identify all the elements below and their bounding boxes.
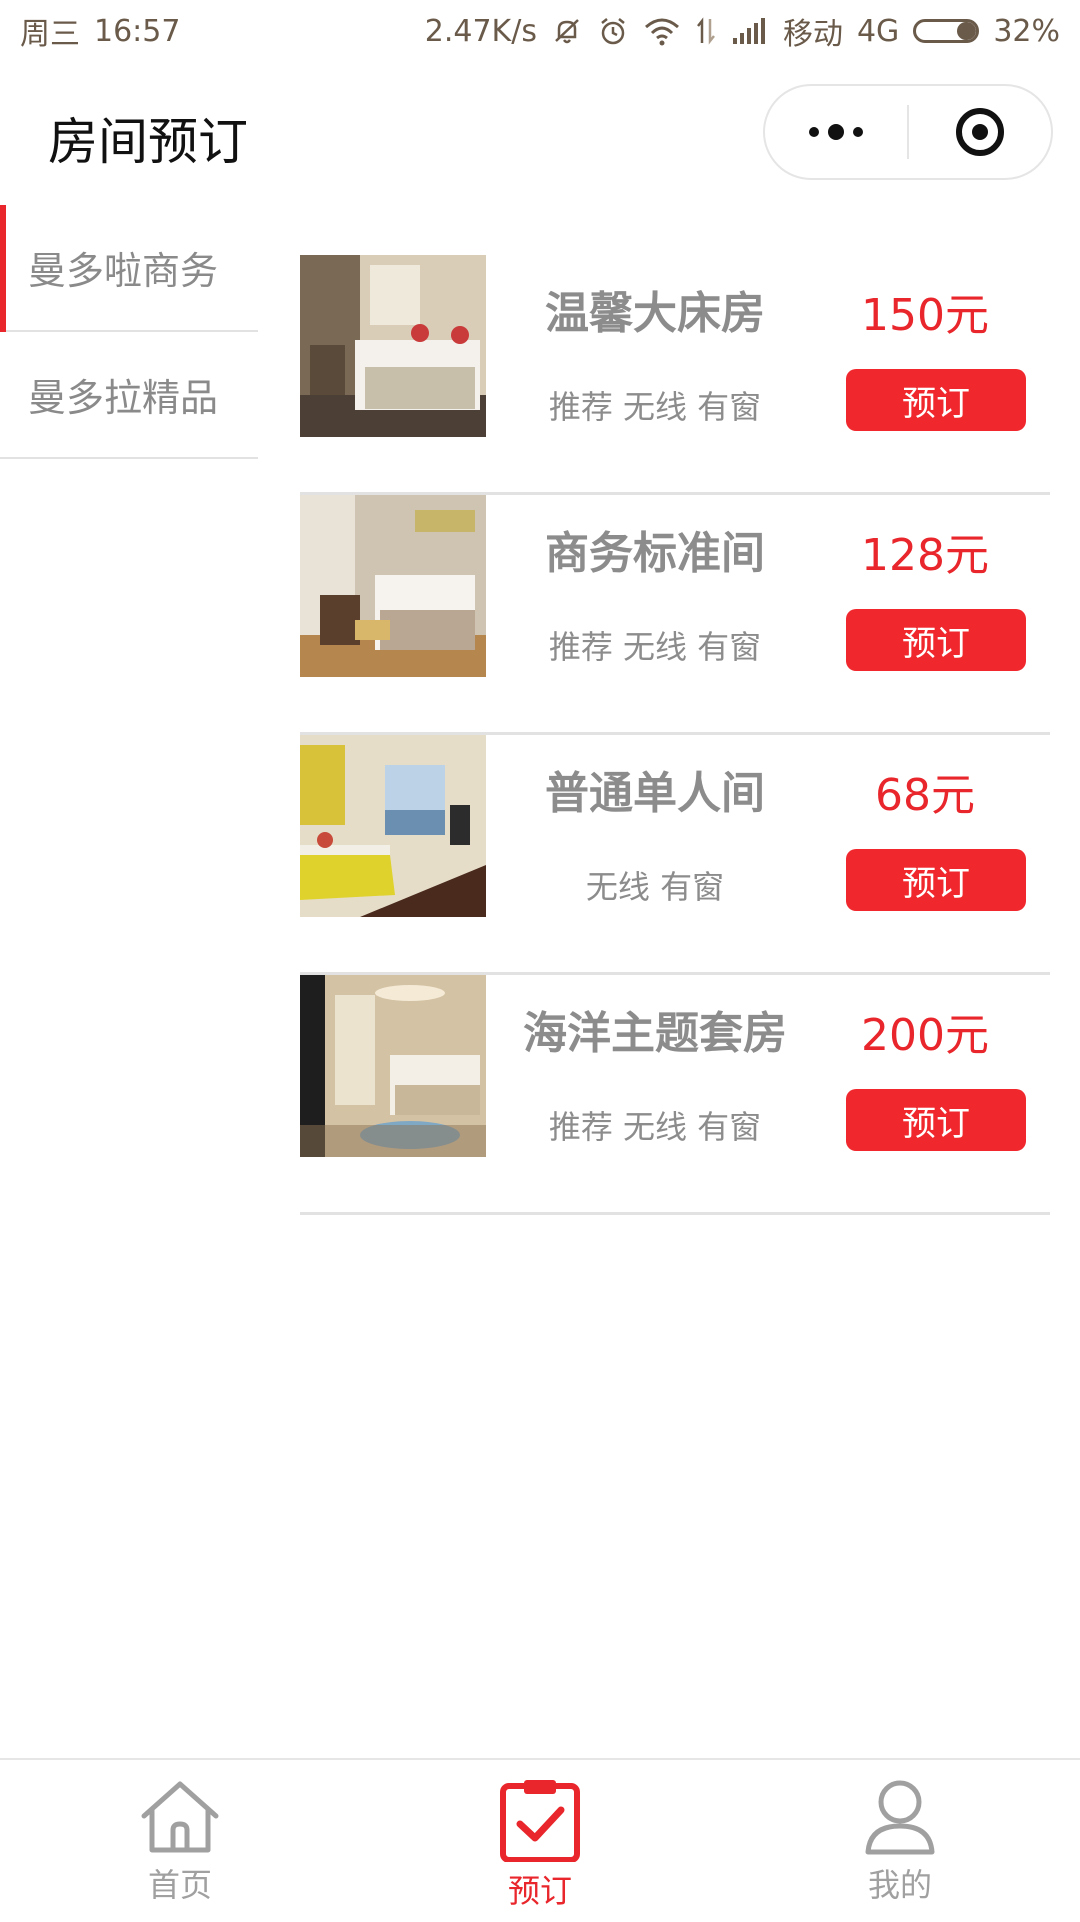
close-miniprogram-button[interactable]	[909, 86, 1051, 178]
suite-photo	[300, 975, 486, 1157]
tab-label: 我的	[867, 1866, 932, 1904]
clipboard-check-icon	[500, 1780, 580, 1862]
battery-percent: 32%	[993, 13, 1060, 49]
status-day: 周三	[20, 17, 80, 52]
single-room-photo	[300, 735, 486, 917]
tab-label: 预订	[507, 1872, 572, 1910]
more-dots-icon	[809, 124, 863, 140]
user-icon	[865, 1780, 935, 1855]
room-tags: 推荐 无线 有窗	[548, 1108, 762, 1146]
status-left: 周三 16:57	[20, 9, 180, 53]
room-name: 海洋主题套房	[523, 1008, 787, 1059]
signal-icon	[731, 16, 769, 46]
category-sidebar: 曼多啦商务 曼多拉精品	[0, 205, 258, 459]
room-name: 普通单人间	[545, 768, 765, 819]
net-speed: 2.47K/s	[424, 13, 537, 49]
data-transfer-icon	[695, 15, 717, 47]
room-name: 温馨大床房	[545, 288, 765, 339]
status-bar: 周三 16:57 2.47K/s 移动 4G 32%	[0, 0, 1080, 62]
page-title: 房间预订	[48, 113, 248, 171]
sidebar-item-label: 曼多拉精品	[28, 376, 219, 420]
room-tags: 推荐 无线 有窗	[548, 628, 762, 666]
alarm-icon	[597, 15, 629, 47]
room-item: 海洋主题套房 推荐 无线 有窗 200元 预订	[300, 975, 1050, 1215]
sidebar-item-business[interactable]: 曼多啦商务	[0, 205, 258, 332]
twin-room-photo	[300, 495, 486, 677]
network-type: 4G	[856, 13, 900, 49]
bedroom-photo	[300, 255, 486, 437]
more-button[interactable]	[765, 86, 907, 178]
sidebar-item-boutique[interactable]: 曼多拉精品	[0, 332, 258, 459]
room-name: 商务标准间	[545, 528, 765, 579]
room-item: 商务标准间 推荐 无线 有窗 128元 预订	[300, 495, 1050, 735]
miniprogram-capsule	[763, 84, 1053, 180]
room-price: 200元	[861, 1010, 989, 1061]
battery-fill	[957, 22, 977, 40]
room-item: 温馨大床房 推荐 无线 有窗 150元 预订	[300, 255, 1050, 495]
book-button[interactable]: 预订	[846, 849, 1026, 911]
room-tags: 推荐 无线 有窗	[548, 388, 762, 426]
tab-profile[interactable]: 我的	[720, 1760, 1080, 1922]
tab-label: 首页	[147, 1866, 212, 1904]
room-image[interactable]	[300, 495, 486, 677]
status-right: 2.47K/s 移动 4G 32%	[425, 9, 1060, 53]
tab-home[interactable]: 首页	[0, 1760, 360, 1922]
sidebar-item-label: 曼多啦商务	[28, 249, 219, 293]
mute-icon	[551, 15, 583, 47]
wifi-icon	[643, 15, 681, 47]
target-icon	[956, 108, 1004, 156]
room-image[interactable]	[300, 255, 486, 437]
status-time: 16:57	[94, 13, 181, 49]
room-image[interactable]	[300, 735, 486, 917]
room-image[interactable]	[300, 975, 486, 1157]
tab-bar: 首页 预订 我的	[0, 1758, 1080, 1922]
book-button[interactable]: 预订	[846, 609, 1026, 671]
tab-booking[interactable]: 预订	[360, 1760, 720, 1922]
room-price: 150元	[861, 290, 989, 341]
room-item: 普通单人间 无线 有窗 68元 预订	[300, 735, 1050, 975]
book-button[interactable]: 预订	[846, 1089, 1026, 1151]
room-list: 温馨大床房 推荐 无线 有窗 150元 预订 商务标准间 推荐 无线 有窗 12…	[300, 255, 1050, 1215]
nav-bar: 房间预订	[0, 62, 1080, 202]
room-tags: 无线 有窗	[585, 868, 725, 906]
book-button[interactable]: 预订	[846, 369, 1026, 431]
home-icon	[141, 1781, 219, 1853]
battery-icon	[913, 19, 980, 43]
carrier: 移动	[782, 17, 843, 52]
room-price: 128元	[861, 530, 989, 581]
room-price: 68元	[875, 770, 975, 821]
